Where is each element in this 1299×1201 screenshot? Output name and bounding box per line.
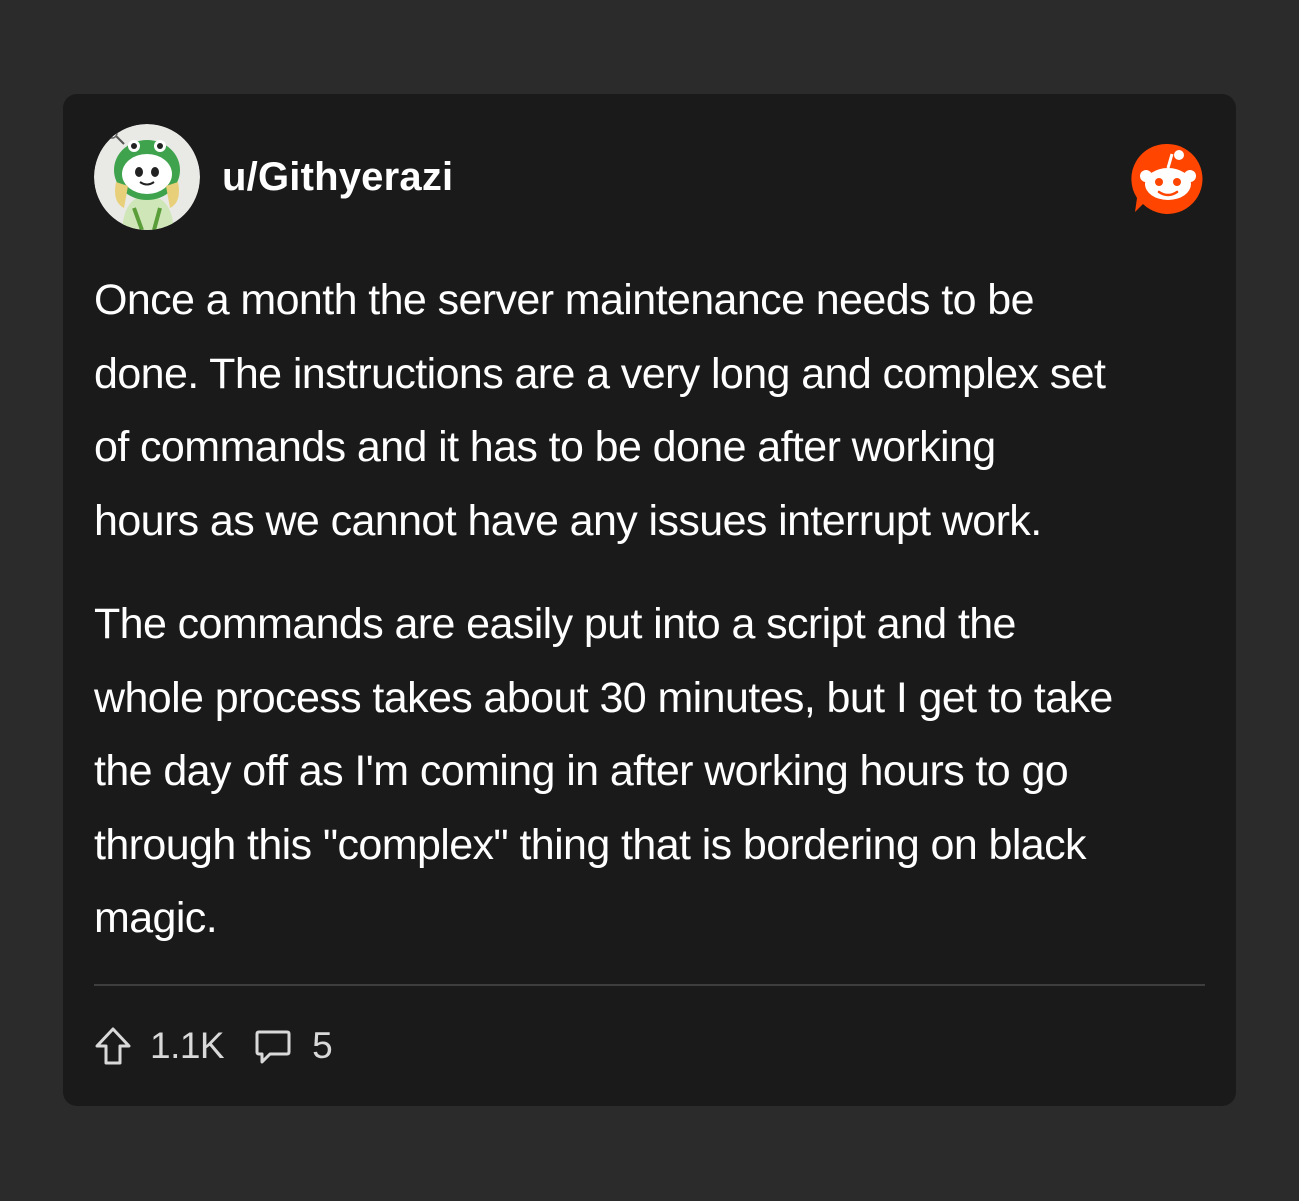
text-line: magic. [94,894,218,942]
upvote-count: 1.1K [150,1025,225,1066]
post-card[interactable]: u/Githyerazi Once a month the server mai… [63,94,1236,1106]
post-body: Once a month the server maintenance need… [94,264,1214,956]
post-stats: 1.1K 5 [94,1024,333,1068]
upvote-arrow-icon[interactable] [94,1026,132,1066]
divider [94,984,1205,986]
username[interactable]: u/Githyerazi [222,154,453,200]
paragraph: Once a month the server maintenance need… [94,264,1214,558]
text-line: The commands are easily put into a scrip… [94,600,1016,648]
comment-bubble-icon[interactable] [254,1026,292,1066]
snoo-avatar-icon [94,124,200,230]
text-line: done. The instructions are a very long a… [94,349,1106,398]
text-line: whole process takes about 30 minutes, bu… [94,673,1113,722]
text-line: the day off as I'm coming in after worki… [94,747,1069,795]
text-line: of commands and it has to be done after … [94,423,996,471]
text-line: hours as we cannot have any issues inter… [94,496,1042,545]
reddit-logo-icon[interactable] [1131,142,1205,216]
paragraph: The commands are easily put into a scrip… [94,588,1214,956]
text-line: Once a month the server maintenance need… [94,276,1034,324]
avatar[interactable] [94,124,200,230]
comment-count: 5 [312,1025,333,1066]
text-line: through this "complex" thing that is bor… [94,820,1086,869]
post-header: u/Githyerazi [94,124,1205,230]
